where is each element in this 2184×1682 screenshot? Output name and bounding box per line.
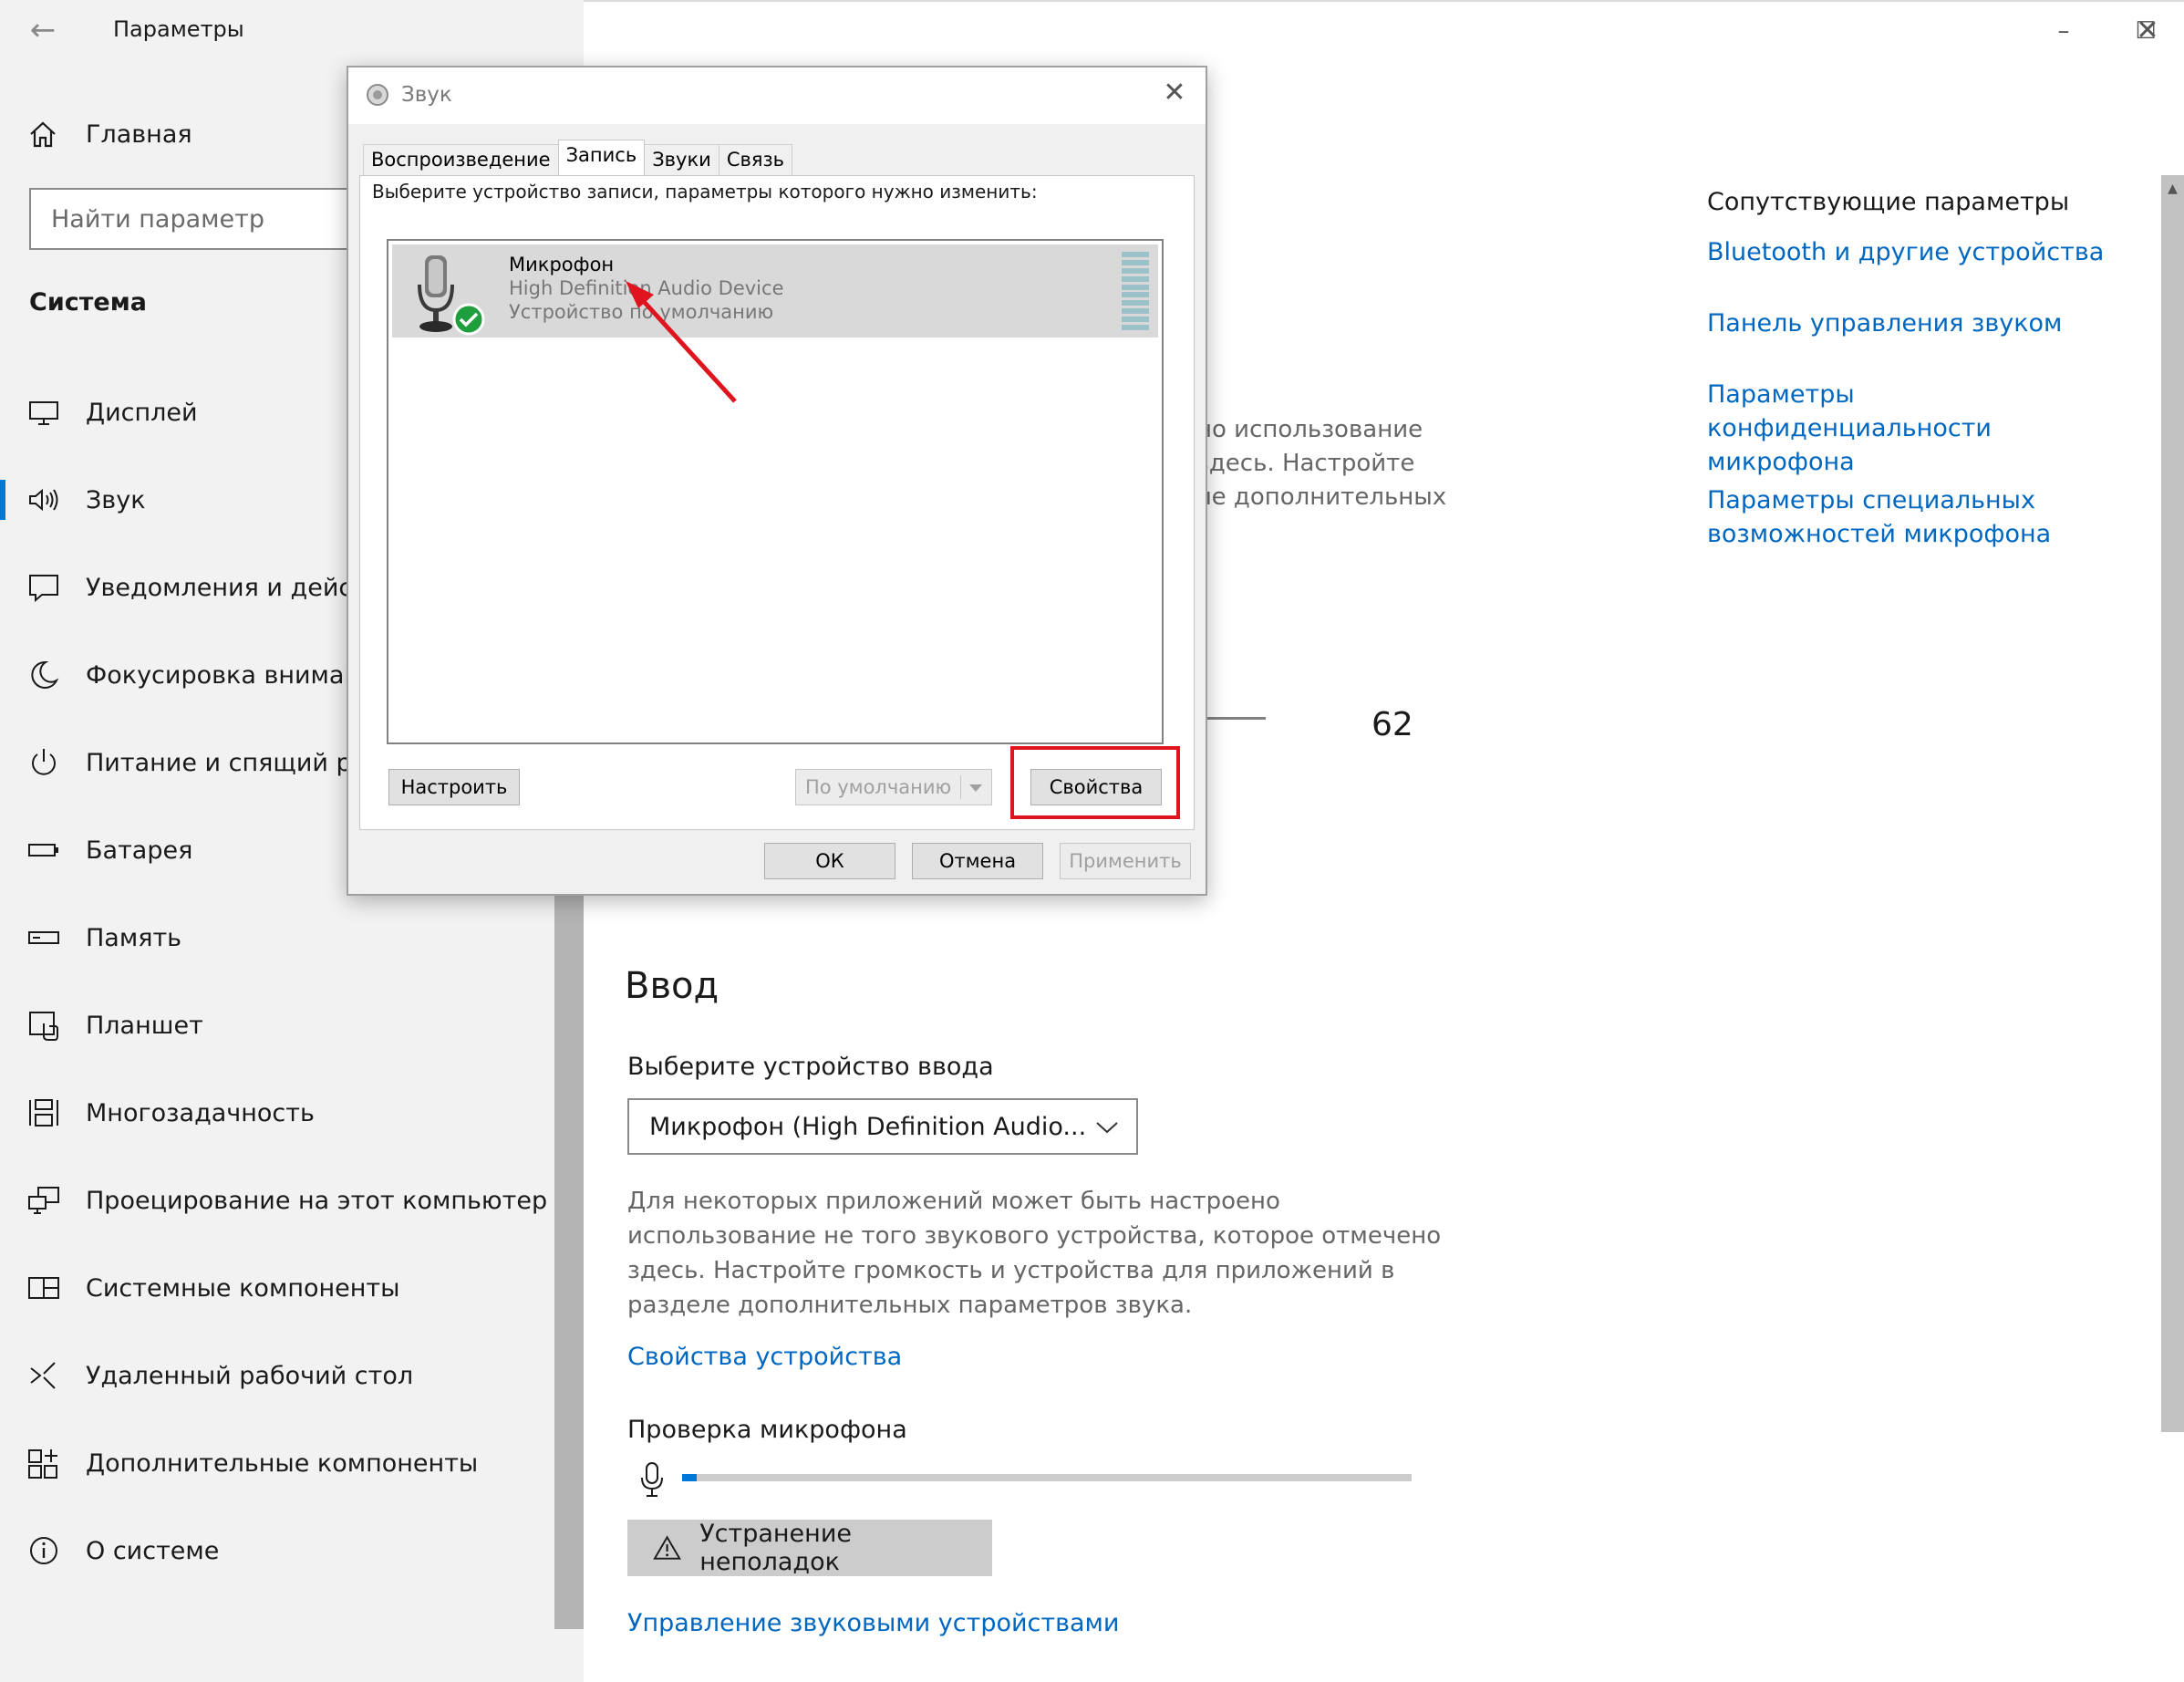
choose-input-label: Выберите устройство ввода — [627, 1053, 994, 1081]
sidebar-item-label: Батарея — [86, 836, 193, 865]
link-sound-control-panel[interactable]: Панель управления звуком — [1707, 306, 2145, 340]
power-icon — [32, 749, 56, 775]
tab-communications[interactable]: Связь — [718, 144, 793, 175]
sidebar-item-label: Многозадачность — [86, 1098, 315, 1127]
speaker-icon — [29, 488, 58, 512]
sidebar-item-about[interactable]: О системе — [0, 1521, 554, 1580]
optional-features-icon — [28, 1449, 57, 1479]
output-info-line-1: но использование — [1196, 416, 1423, 443]
remote-desktop-icon — [30, 1362, 56, 1389]
home-label: Главная — [86, 119, 192, 149]
input-device-value: Микрофон (High Definition Audio... — [649, 1113, 1087, 1141]
tab-recording[interactable]: Запись — [557, 140, 646, 176]
input-info-text: Для некоторых приложений может быть наст… — [627, 1188, 1442, 1319]
sidebar-item-label: Фокусировка внимания — [86, 660, 391, 690]
link-mic-privacy[interactable]: Параметры конфиденциальности микрофона — [1707, 378, 2145, 479]
sidebar-item-optional-features[interactable]: Дополнительные компоненты — [0, 1434, 554, 1492]
device-properties-link[interactable]: Свойства устройства — [627, 1343, 902, 1371]
sidebar-item-label: Память — [86, 923, 182, 952]
sidebar-item-multitasking[interactable]: Многозадачность — [0, 1084, 554, 1142]
components-icon — [28, 1277, 59, 1299]
close-window-button[interactable]: ✕ — [2125, 11, 2170, 51]
dialog-titlebar[interactable]: Звук ✕ — [348, 67, 1206, 124]
device-name: Микрофон — [509, 254, 615, 275]
troubleshoot-button[interactable]: Устранение неполадок — [627, 1520, 992, 1576]
configure-button[interactable]: Настроить — [388, 769, 520, 805]
info-icon — [30, 1537, 57, 1564]
tablet-icon — [29, 1012, 58, 1041]
sound-app-icon — [367, 84, 388, 106]
content-scrollbar[interactable] — [2161, 175, 2184, 1432]
device-status: Устройство по умолчанию — [509, 301, 774, 323]
volume-slider-track[interactable] — [1200, 717, 1266, 720]
microphone-icon — [641, 1462, 663, 1497]
storage-icon — [28, 931, 59, 944]
output-info-line-2: здесь. Настройте — [1196, 450, 1415, 477]
related-settings-title: Сопутствующие параметры — [1707, 188, 2070, 216]
home-nav-item[interactable]: Главная — [27, 111, 192, 157]
annotation-highlight-box — [1010, 746, 1180, 819]
link-bluetooth[interactable]: Bluetooth и другие устройства — [1707, 235, 2145, 269]
sidebar-item-label: Дисплей — [86, 398, 198, 427]
device-row-microphone[interactable]: Микрофон High Definition Audio Device Ус… — [392, 244, 1158, 337]
manage-sound-devices-link[interactable]: Управление звуковыми устройствами — [627, 1609, 1119, 1637]
input-heading: Ввод — [625, 965, 719, 1007]
apply-button[interactable]: Применить — [1060, 843, 1191, 879]
mic-test-label: Проверка микрофона — [627, 1416, 907, 1444]
sidebar-item-label: Звук — [86, 485, 146, 514]
dropdown-arrow-icon — [969, 784, 982, 792]
scroll-up-icon[interactable]: ▲ — [2161, 179, 2184, 199]
default-device-check-icon — [452, 303, 485, 336]
minimize-crown — [2041, 11, 2086, 51]
chevron-down-icon — [1096, 1122, 1118, 1134]
mic-level-fill — [682, 1474, 697, 1481]
home-icon — [30, 121, 56, 148]
display-icon — [29, 401, 58, 425]
split-separator — [960, 775, 961, 799]
section-title: Система — [29, 288, 147, 317]
sidebar-scrollbar[interactable] — [554, 894, 584, 1629]
tab-sounds[interactable]: Звуки — [644, 144, 719, 175]
warning-icon — [653, 1535, 681, 1560]
sidebar-item-storage[interactable]: Память — [0, 908, 554, 967]
recording-device-list[interactable]: Микрофон High Definition Audio Device Ус… — [387, 239, 1164, 744]
sidebar-item-components[interactable]: Системные компоненты — [0, 1259, 554, 1317]
sidebar-item-label: Проецирование на этот компьютер — [86, 1186, 548, 1215]
link-mic-accessibility[interactable]: Параметры специальных возможностей микро… — [1707, 483, 2145, 551]
multitasking-icon — [29, 1099, 58, 1127]
battery-icon — [28, 844, 58, 857]
sidebar-item-label: Дополнительные компоненты — [86, 1448, 479, 1478]
sidebar-item-label: Удаленный рабочий стол — [86, 1361, 414, 1390]
sidebar-item-tablet[interactable]: Планшет — [0, 996, 554, 1054]
set-default-label: По умолчанию — [805, 776, 952, 798]
input-device-dropdown[interactable]: Микрофон (High Definition Audio... — [627, 1098, 1138, 1155]
ok-button[interactable]: ОК — [764, 843, 895, 879]
project-icon — [28, 1187, 59, 1214]
tab-playback[interactable]: Воспроизведение — [363, 144, 559, 175]
dialog-title: Звук — [401, 83, 452, 107]
troubleshoot-label: Устранение неполадок — [699, 1520, 852, 1576]
sidebar-item-label: Системные компоненты — [86, 1273, 400, 1303]
sidebar-item-project[interactable]: Проецирование на этот компьютер — [0, 1171, 554, 1230]
cancel-button[interactable]: Отмена — [912, 843, 1043, 879]
set-default-button[interactable]: По умолчанию — [795, 769, 992, 805]
dialog-close-icon[interactable]: ✕ — [1158, 77, 1191, 109]
output-info-line-3: ле дополнительных — [1196, 483, 1447, 511]
device-driver: High Definition Audio Device — [509, 277, 784, 299]
sidebar-item-label: О системе — [86, 1536, 220, 1565]
app-title: Параметры — [113, 16, 244, 42]
sidebar-item-remote-desktop[interactable]: Удаленный рабочий стол — [0, 1346, 554, 1405]
dialog-tabs: Воспроизведение Запись Звуки Связь — [363, 140, 793, 176]
mic-level-track — [682, 1474, 1412, 1481]
recording-prompt: Выберите устройство записи, параметры ко… — [372, 181, 1038, 202]
volume-value: 62 — [1371, 706, 1413, 743]
sidebar-item-label: Планшет — [86, 1011, 203, 1040]
moon-icon — [31, 660, 59, 689]
back-arrow-icon[interactable]: ← — [24, 11, 62, 49]
notification-icon — [29, 575, 58, 603]
device-level-meter — [1122, 252, 1149, 330]
